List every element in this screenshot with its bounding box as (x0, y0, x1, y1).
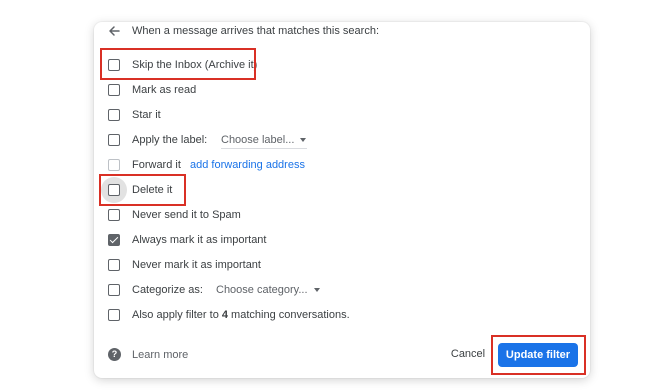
apply-existing-suffix: matching conversations. (228, 309, 350, 321)
highlight-box-delete (99, 174, 186, 206)
chevron-down-icon (313, 288, 320, 293)
header-text: When a message arrives that matches this… (132, 25, 379, 37)
add-forwarding-address-link[interactable]: add forwarding address (190, 159, 305, 171)
never-important-checkbox[interactable] (108, 259, 120, 271)
action-row-mark-read[interactable]: Mark as read (108, 81, 578, 101)
action-row-star[interactable]: Star it (108, 106, 578, 126)
label-dropdown[interactable]: Choose label... (221, 134, 307, 149)
learn-more-link[interactable]: Learn more (132, 349, 188, 361)
label-dropdown-value: Choose label... (221, 134, 295, 146)
help-icon[interactable]: ? (108, 348, 121, 361)
categorize-checkbox[interactable] (108, 284, 120, 296)
action-row-never-spam[interactable]: Never send it to Spam (108, 206, 578, 226)
action-row-forward[interactable]: Forward it add forwarding address (108, 156, 578, 176)
action-row-apply-label[interactable]: Apply the label: Choose label... (108, 131, 578, 151)
dropdown-underline (221, 148, 307, 149)
action-row-never-important[interactable]: Never mark it as important (108, 256, 578, 276)
categorize-label: Categorize as: (132, 284, 203, 296)
never-spam-label: Never send it to Spam (132, 209, 241, 221)
category-dropdown[interactable]: Choose category... (216, 284, 320, 296)
action-row-always-important[interactable]: Always mark it as important (108, 231, 578, 251)
never-spam-checkbox[interactable] (108, 209, 120, 221)
back-arrow-icon[interactable] (106, 23, 122, 39)
action-row-categorize[interactable]: Categorize as: Choose category... (108, 281, 578, 301)
never-important-label: Never mark it as important (132, 259, 261, 271)
mark-read-checkbox[interactable] (108, 84, 120, 96)
forward-checkbox[interactable] (108, 159, 120, 171)
apply-existing-label: Also apply filter to 4 matching conversa… (132, 309, 350, 321)
chevron-down-icon (300, 138, 307, 143)
apply-label-label: Apply the label: (132, 134, 208, 146)
star-checkbox[interactable] (108, 109, 120, 121)
apply-existing-prefix: Also apply filter to (132, 309, 222, 321)
apply-existing-checkbox[interactable] (108, 309, 120, 321)
always-important-label: Always mark it as important (132, 234, 267, 246)
category-dropdown-value: Choose category... (216, 284, 308, 296)
mark-read-label: Mark as read (132, 84, 197, 96)
dialog-header: When a message arrives that matches this… (94, 22, 590, 42)
highlight-box-update (491, 335, 586, 375)
forward-label: Forward it (132, 159, 181, 171)
cancel-button[interactable]: Cancel (448, 342, 488, 366)
always-important-checkbox[interactable] (108, 234, 120, 246)
apply-label-checkbox[interactable] (108, 134, 120, 146)
star-label: Star it (132, 109, 161, 121)
highlight-box-skip-inbox (100, 48, 256, 80)
action-row-apply-existing[interactable]: Also apply filter to 4 matching conversa… (108, 306, 578, 326)
